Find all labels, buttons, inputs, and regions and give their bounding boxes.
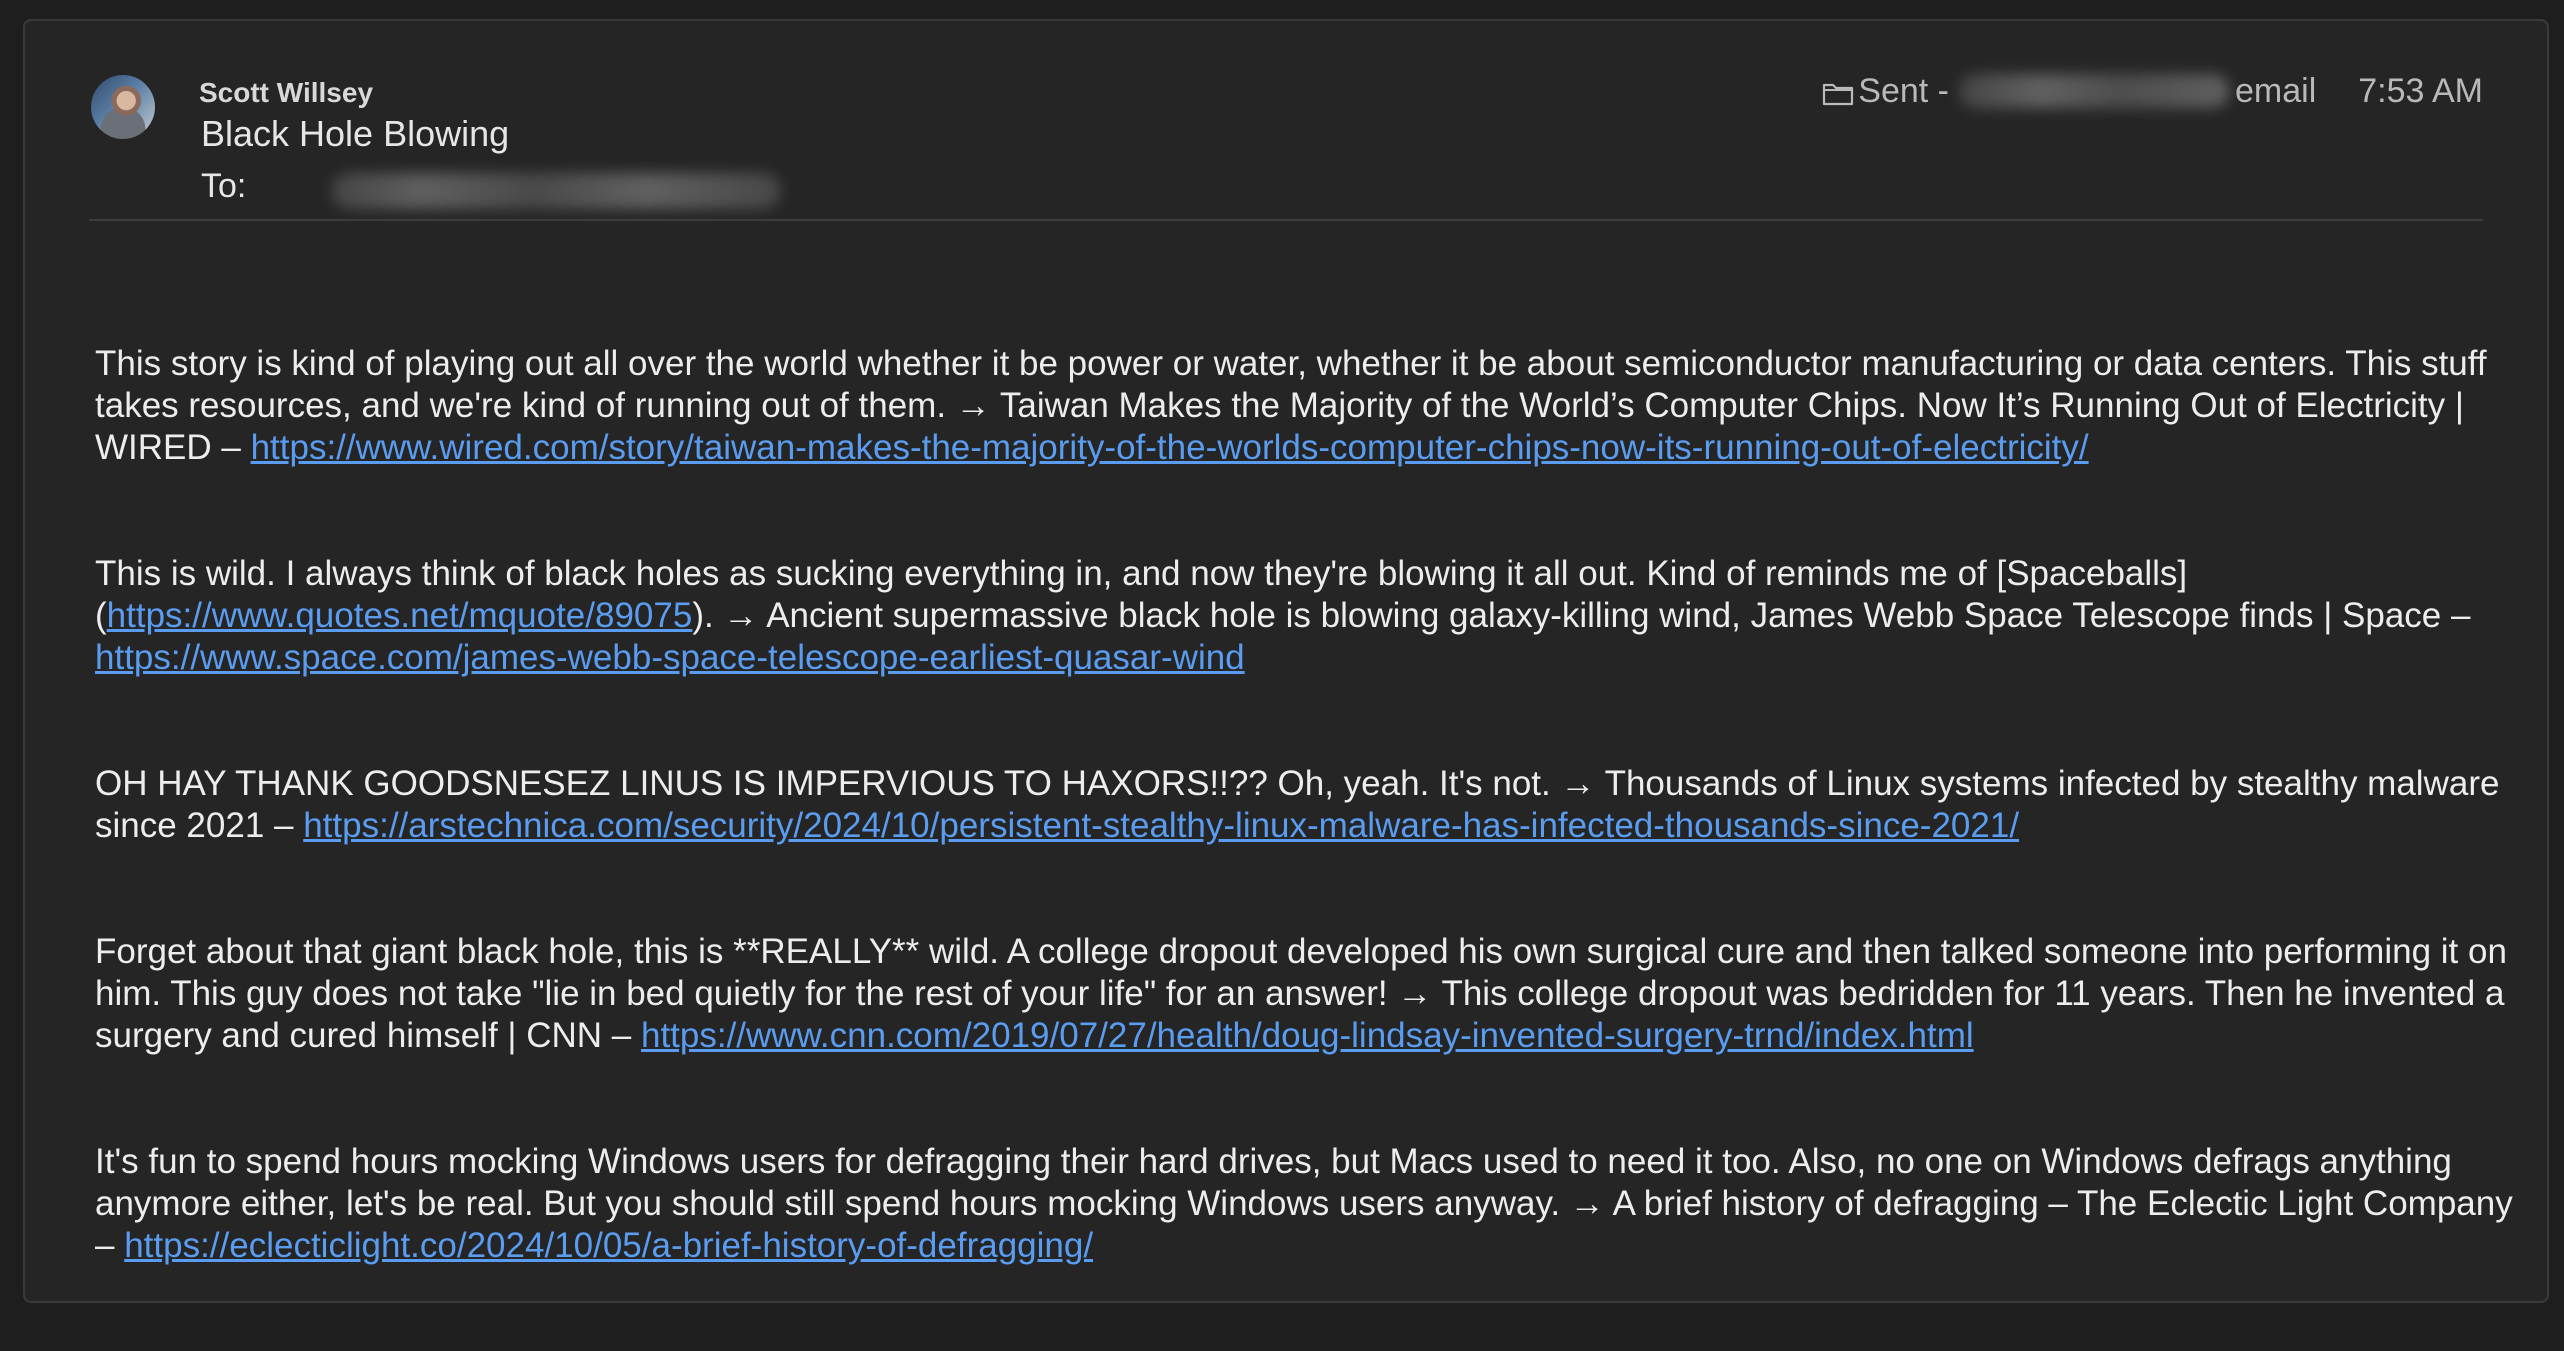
message-subject: Black Hole Blowing	[201, 113, 510, 154]
to-line: To:	[201, 167, 781, 209]
mailbox-sent-suffix[interactable]: email	[2235, 72, 2316, 111]
message-time: 7:53 AM	[2358, 71, 2483, 110]
mailbox-sent-prefix[interactable]: Sent -	[1858, 72, 1949, 111]
to-label: To:	[201, 167, 247, 205]
account-redacted	[1959, 74, 2229, 108]
message-body: This story is kind of playing out all ov…	[95, 343, 2535, 1351]
recipients-redacted[interactable]	[331, 173, 781, 209]
body-paragraph: It's fun to spend hours mocking Windows …	[95, 1141, 2535, 1267]
body-paragraph: Forget about that giant black hole, this…	[95, 931, 2535, 1057]
paragraph-inline-link[interactable]: https://www.quotes.net/mquote/89075	[107, 596, 693, 635]
header-divider	[89, 219, 2483, 221]
body-paragraph: OH HAY THANK GOODSNESEZ LINUS IS IMPERVI…	[95, 763, 2535, 847]
message-meta: Sent - email 7:53 AM	[1822, 71, 2483, 111]
paragraph-link[interactable]: https://eclecticlight.co/2024/10/05/a-br…	[124, 1226, 1093, 1265]
sender-name[interactable]: Scott Willsey	[199, 77, 373, 109]
paragraph-text: ). → Ancient supermassive black hole is …	[692, 596, 2471, 635]
email-message-panel: Scott Willsey Black Hole Blowing To: Sen…	[23, 19, 2549, 1303]
paragraph-link[interactable]: https://www.wired.com/story/taiwan-makes…	[251, 428, 2089, 467]
folder-icon	[1823, 83, 1854, 106]
sender-avatar[interactable]	[91, 75, 155, 139]
paragraph-link[interactable]: https://arstechnica.com/security/2024/10…	[303, 806, 2019, 845]
paragraph-link[interactable]: https://www.space.com/james-webb-space-t…	[95, 638, 1245, 677]
body-paragraph: This is wild. I always think of black ho…	[95, 553, 2535, 679]
paragraph-link[interactable]: https://www.cnn.com/2019/07/27/health/do…	[641, 1016, 1974, 1055]
message-header: Scott Willsey Black Hole Blowing To: Sen…	[89, 51, 2483, 221]
body-paragraph: This story is kind of playing out all ov…	[95, 343, 2535, 469]
